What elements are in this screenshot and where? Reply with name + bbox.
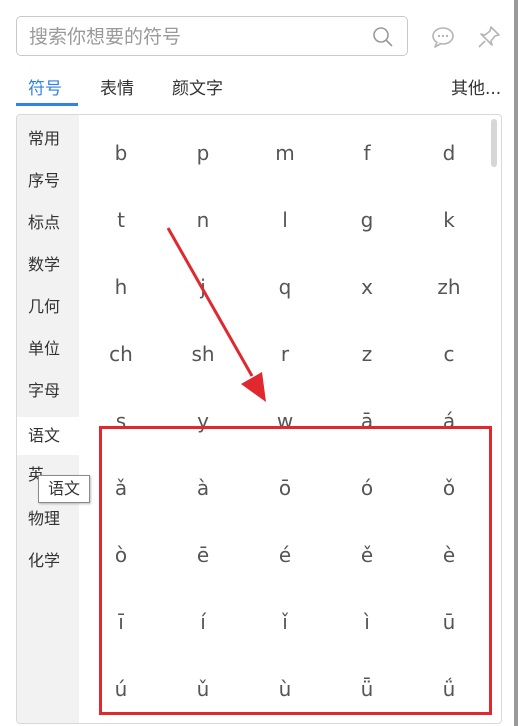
tab-symbols[interactable]: 符号 [28, 74, 62, 99]
window-edge [514, 0, 518, 726]
symbol-cell[interactable]: k [414, 200, 484, 240]
symbol-cell[interactable]: zh [414, 267, 484, 307]
symbol-cell[interactable]: z [332, 334, 402, 374]
symbol-cell[interactable]: ǖ [332, 669, 402, 709]
category-sidebar: 常用 序号 标点 数学 几何 单位 字母 语文英物理 化学 [17, 115, 79, 723]
symbol-cell[interactable]: h [86, 267, 156, 307]
search-icon[interactable] [371, 25, 395, 53]
symbol-cell[interactable]: q [250, 267, 320, 307]
symbol-cell[interactable]: é [250, 535, 320, 575]
category-item[interactable]: 字母 [17, 372, 79, 410]
symbol-cell[interactable]: ū [414, 602, 484, 642]
symbol-cell[interactable]: t [86, 200, 156, 240]
symbol-cell[interactable]: à [168, 468, 238, 508]
symbol-cell[interactable]: á [414, 401, 484, 441]
symbol-cell[interactable]: p [168, 133, 238, 173]
symbol-cell[interactable]: m [250, 133, 320, 173]
symbol-cell[interactable]: c [414, 334, 484, 374]
symbol-cell[interactable]: ā [332, 401, 402, 441]
symbol-cell[interactable]: è [414, 535, 484, 575]
comment-icon[interactable] [430, 24, 456, 54]
category-item[interactable]: 物理 [17, 500, 79, 538]
symbol-cell[interactable]: ǒ [414, 468, 484, 508]
tab-kaomoji[interactable]: 颜文字 [172, 74, 223, 99]
symbol-cell[interactable]: l [250, 200, 320, 240]
symbol-grid: b p m f d t n l g k h j q x zh ch sh r z c s y w ā á ǎ à ō ó ǒ ò ē é ě è ī í… [79, 115, 485, 723]
symbol-cell[interactable]: ì [332, 602, 402, 642]
symbol-cell[interactable]: f [332, 133, 402, 173]
symbol-cell[interactable]: sh [168, 334, 238, 374]
scrollbar-thumb[interactable] [491, 119, 497, 167]
pin-icon[interactable] [476, 24, 502, 54]
symbol-cell[interactable]: g [332, 200, 402, 240]
symbol-cell[interactable]: ǎ [86, 468, 156, 508]
more-link[interactable]: 其他... [451, 74, 501, 99]
symbol-cell[interactable]: ó [332, 468, 402, 508]
symbol-cell[interactable]: ō [250, 468, 320, 508]
symbol-cell[interactable]: r [250, 334, 320, 374]
category-item[interactable]: 语文 [17, 417, 79, 455]
category-item[interactable]: 化学 [17, 542, 79, 580]
symbol-cell[interactable]: ě [332, 535, 402, 575]
symbol-panel: 常用 序号 标点 数学 几何 单位 字母 语文英物理 化学 b p m f d t n l g k h j q x zh ch… [16, 114, 502, 724]
symbol-cell[interactable]: n [168, 200, 238, 240]
symbol-cell[interactable]: ú [86, 669, 156, 709]
category-item[interactable]: 标点 [17, 204, 79, 242]
active-tab-indicator [16, 103, 78, 106]
category-item[interactable]: 序号 [17, 162, 79, 200]
search-input[interactable] [27, 17, 371, 57]
symbol-cell[interactable]: x [332, 267, 402, 307]
symbol-cell[interactable]: w [250, 401, 320, 441]
category-tooltip: 语文 [38, 475, 90, 503]
symbol-cell[interactable]: í [168, 602, 238, 642]
symbol-cell[interactable]: ī [86, 602, 156, 642]
symbol-cell[interactable]: y [168, 401, 238, 441]
category-item[interactable]: 单位 [17, 330, 79, 368]
symbol-cell[interactable]: ǔ [168, 669, 238, 709]
symbol-cell[interactable]: s [86, 401, 156, 441]
symbol-cell[interactable]: ù [250, 669, 320, 709]
category-item[interactable]: 几何 [17, 288, 79, 326]
symbol-cell[interactable]: ò [86, 535, 156, 575]
category-item[interactable]: 常用 [17, 120, 79, 158]
symbol-cell[interactable]: b [86, 133, 156, 173]
tab-bar: 符号 表情 颜文字 其他... [16, 72, 502, 106]
symbol-cell[interactable]: ē [168, 535, 238, 575]
category-item[interactable]: 数学 [17, 246, 79, 284]
symbol-cell[interactable]: d [414, 133, 484, 173]
symbol-cell[interactable]: ǐ [250, 602, 320, 642]
symbol-cell[interactable]: ǘ [414, 669, 484, 709]
tab-emoji[interactable]: 表情 [100, 74, 134, 99]
symbol-cell[interactable]: ch [86, 334, 156, 374]
search-box[interactable] [16, 16, 408, 57]
symbol-cell[interactable]: j [168, 267, 238, 307]
